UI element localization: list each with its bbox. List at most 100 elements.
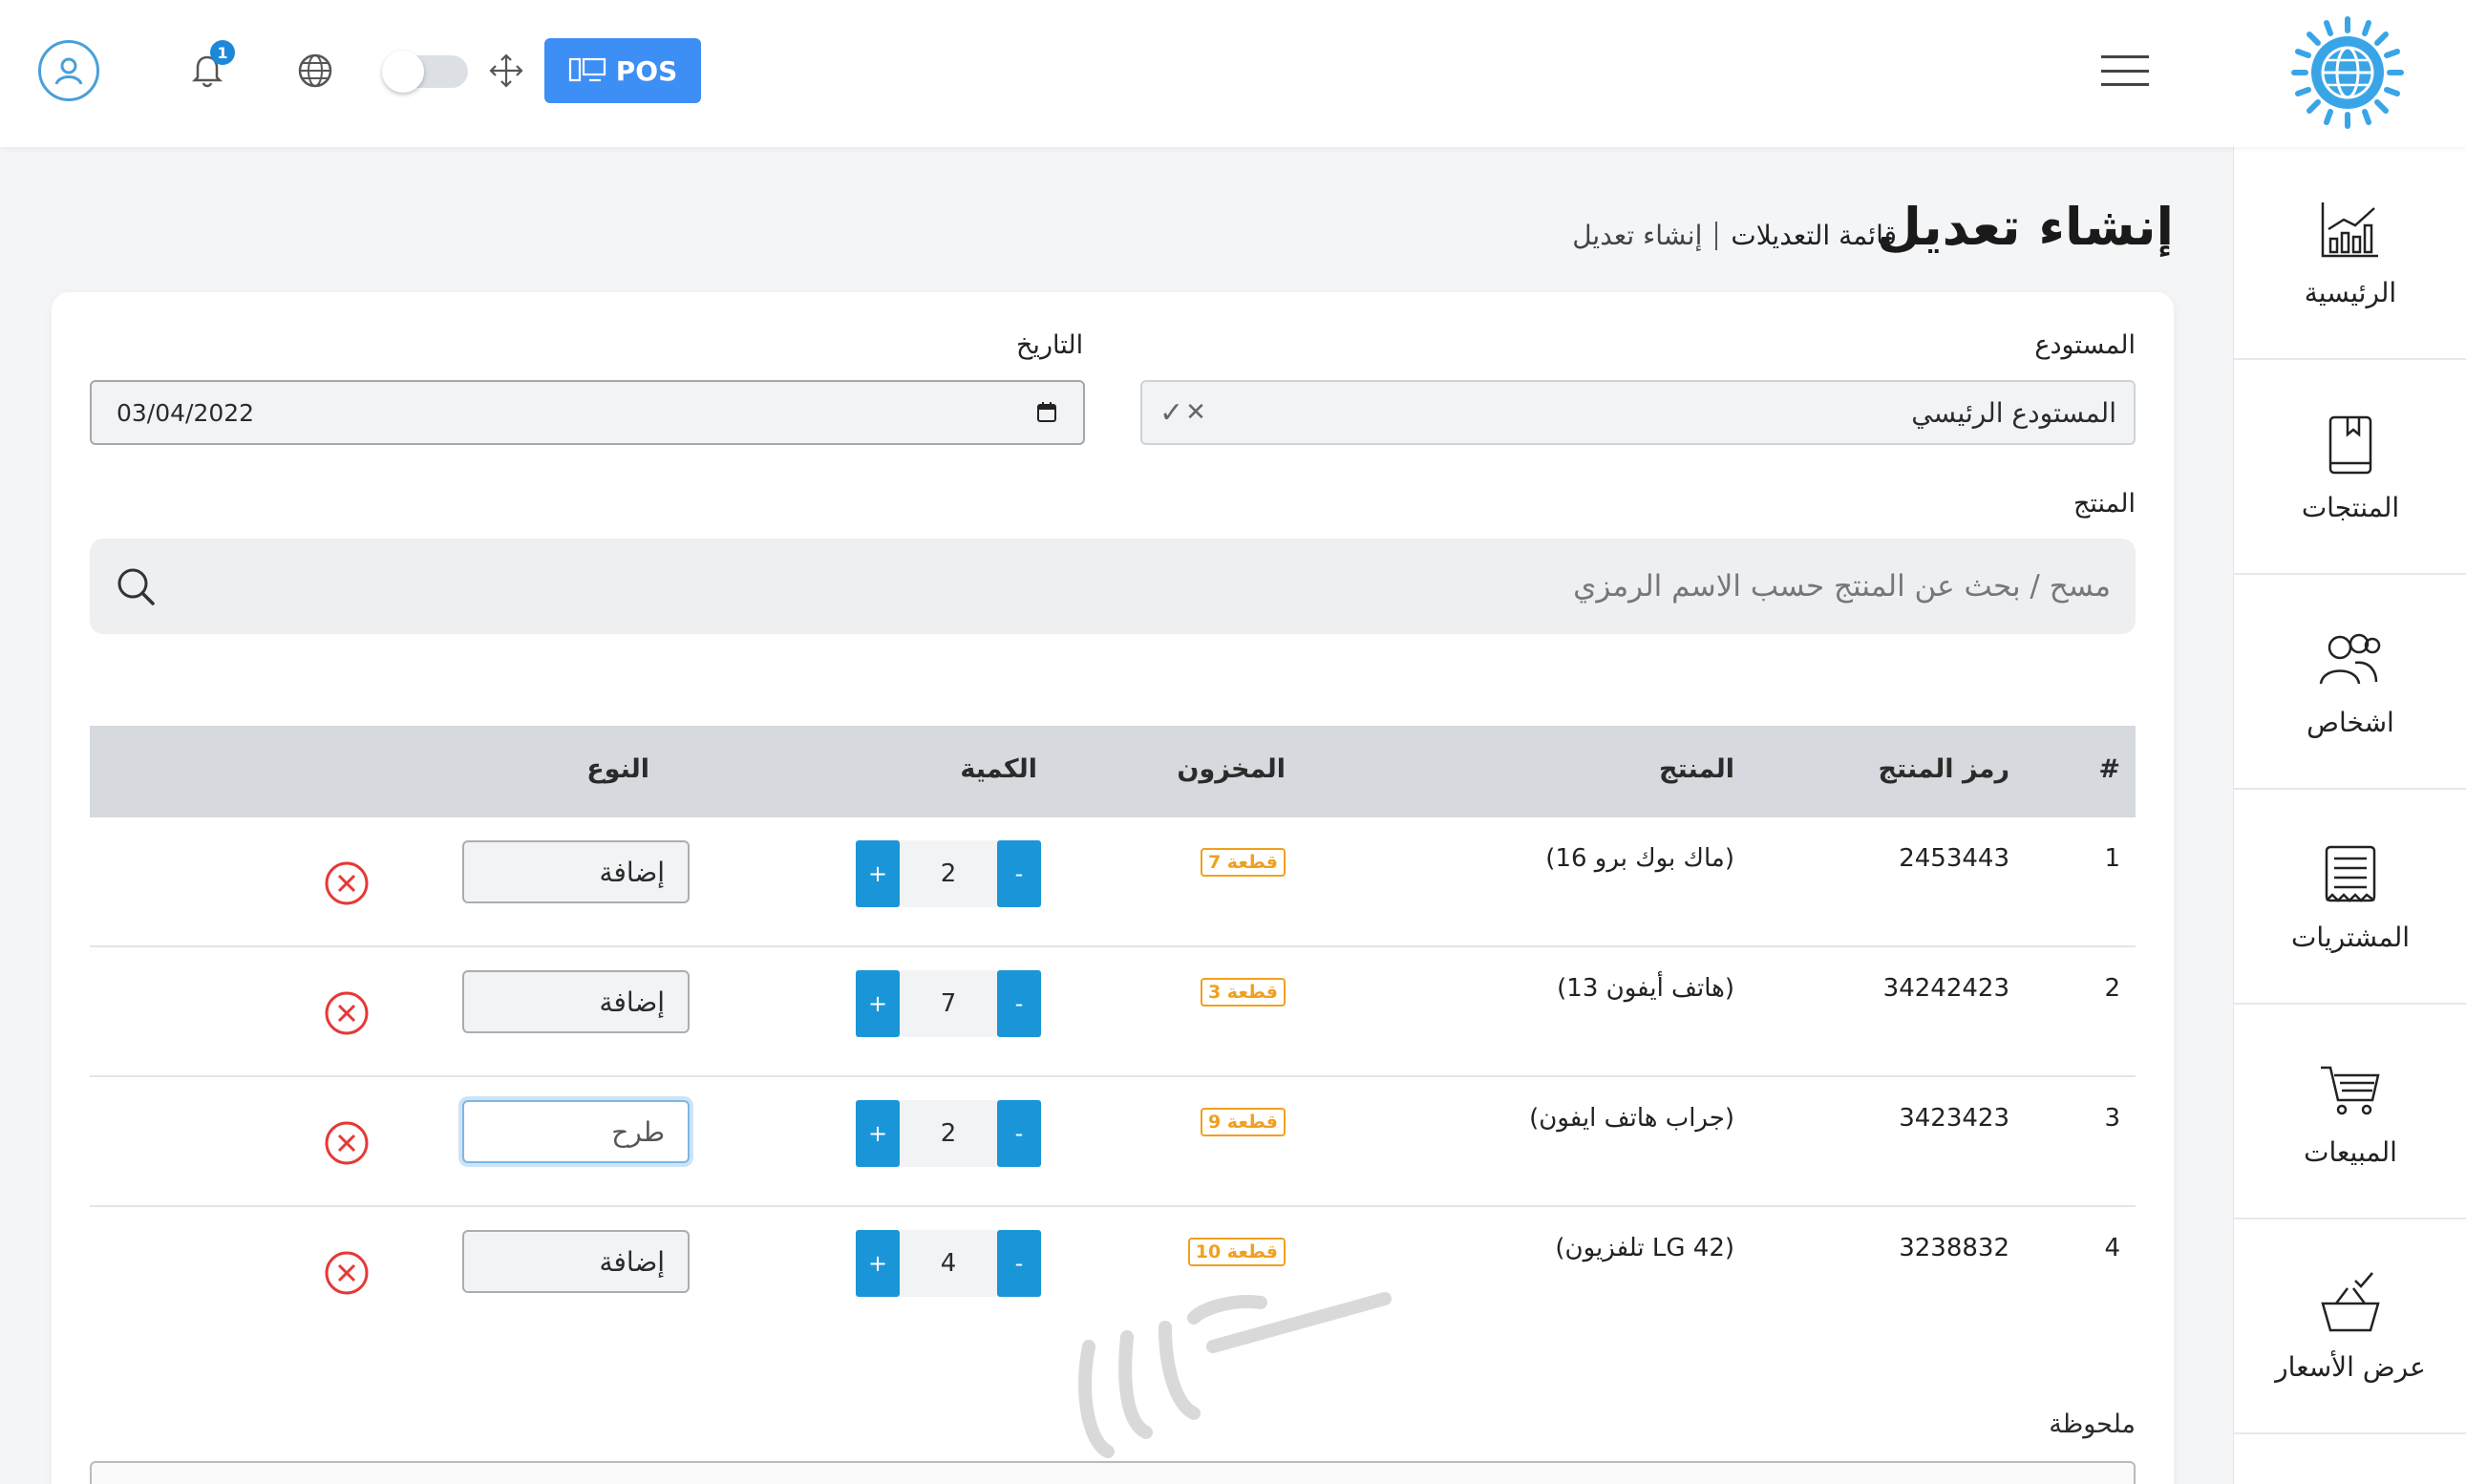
notifications-bell-icon[interactable]: 1 bbox=[181, 40, 235, 95]
decrease-button[interactable]: - bbox=[997, 840, 1041, 907]
stock-badge: 9 قطعة bbox=[1200, 1108, 1286, 1136]
type-select[interactable]: إضافة bbox=[462, 970, 690, 1033]
notification-count-badge: 1 bbox=[210, 40, 235, 65]
remove-row-icon[interactable] bbox=[323, 1119, 371, 1167]
column-product: المنتج bbox=[1659, 754, 1734, 784]
quantity-stepper: + 2 - bbox=[856, 1100, 1041, 1167]
chevron-down-icon[interactable]: ✓ bbox=[1159, 396, 1183, 430]
search-icon[interactable] bbox=[115, 565, 157, 607]
people-icon bbox=[2319, 633, 2381, 685]
quantity-stepper: + 4 - bbox=[856, 1230, 1041, 1297]
row-index: 3 bbox=[2104, 1104, 2120, 1133]
type-select[interactable]: إضافة bbox=[462, 1230, 690, 1293]
column-quantity: الكمية bbox=[960, 754, 1037, 784]
date-value: 03/04/2022 bbox=[117, 398, 255, 427]
row-code: 3238832 bbox=[1899, 1234, 2009, 1262]
top-bar: 1 POS bbox=[0, 0, 2466, 147]
sidebar-item-purchases[interactable]: المشتريات bbox=[2234, 792, 2466, 1005]
type-select[interactable]: إضافة bbox=[462, 840, 690, 903]
sidebar-item-label: المشتريات bbox=[2290, 922, 2411, 953]
sidebar-item-label: المنتجات bbox=[2301, 492, 2400, 523]
warehouse-value: المستودع الرئيسي bbox=[1911, 396, 2116, 429]
cart-icon bbox=[2321, 1066, 2380, 1115]
date-label: التاريخ bbox=[1016, 330, 1084, 360]
page-title: إنشاء تعديل bbox=[1877, 197, 2174, 257]
product-search-input[interactable]: مسح / بحث عن المنتج حسب الاسم الرمزي bbox=[90, 539, 2136, 634]
row-index: 2 bbox=[2104, 974, 2120, 1003]
warehouse-select[interactable]: ✓ ✕ المستودع الرئيسي bbox=[1140, 380, 2136, 445]
quantity-stepper: + 7 - bbox=[856, 970, 1041, 1037]
table-row: 1 2453443 (ماك بوك برو 16) 7 قطعة + 2 - … bbox=[90, 817, 2136, 947]
sidebar-item-quotations[interactable]: عرض الأسعار bbox=[2234, 1221, 2466, 1434]
row-code: 2453443 bbox=[1899, 844, 2009, 873]
product-label: المنتج bbox=[2073, 489, 2136, 519]
column-code: رمز المنتج bbox=[1878, 754, 2009, 784]
stock-badge: 7 قطعة bbox=[1200, 848, 1286, 877]
row-product: (جراب هاتف ايفون) bbox=[1529, 1104, 1734, 1133]
quantity-input[interactable]: 2 bbox=[900, 1100, 997, 1167]
dark-mode-toggle[interactable] bbox=[382, 51, 468, 93]
row-product: (تلفزيون LG 42) bbox=[1555, 1234, 1734, 1262]
menu-hamburger-icon[interactable] bbox=[2099, 50, 2151, 92]
column-index: # bbox=[2098, 754, 2120, 784]
pos-terminal-icon bbox=[568, 57, 606, 82]
increase-button[interactable]: + bbox=[856, 840, 900, 907]
row-product: (هاتف أيفون 13) bbox=[1557, 974, 1734, 1003]
row-product: (ماك بوك برو 16) bbox=[1545, 844, 1734, 873]
watermark-logo-icon bbox=[1078, 1292, 1392, 1458]
sidebar-item-label: المبيعات bbox=[2304, 1136, 2397, 1168]
app-logo-icon bbox=[2290, 15, 2405, 130]
calendar-icon[interactable] bbox=[1035, 401, 1058, 424]
breadcrumb-separator bbox=[1715, 221, 1718, 250]
sidebar: الرئيسية المنتجات اشخاص المشتريات المبيع… bbox=[2233, 147, 2466, 1484]
table-row: 2 34242423 (هاتف أيفون 13) 3 قطعة + 7 - … bbox=[90, 947, 2136, 1077]
quantity-input[interactable]: 4 bbox=[900, 1230, 997, 1297]
book-icon bbox=[2328, 415, 2372, 475]
language-globe-icon[interactable] bbox=[294, 50, 336, 92]
date-input[interactable]: 03/04/2022 bbox=[90, 380, 1085, 445]
increase-button[interactable]: + bbox=[856, 970, 900, 1037]
decrease-button[interactable]: - bbox=[997, 970, 1041, 1037]
breadcrumb-adjustments-link[interactable]: قائمة التعديلات bbox=[1731, 220, 1897, 251]
warehouse-label: المستودع bbox=[2034, 330, 2136, 360]
note-label: ملحوظة bbox=[2049, 1410, 2136, 1439]
fullscreen-arrows-icon[interactable] bbox=[485, 50, 527, 92]
sidebar-item-people[interactable]: اشخاص bbox=[2234, 577, 2466, 790]
row-code: 34242423 bbox=[1882, 974, 2009, 1003]
pos-button-label: POS bbox=[615, 54, 678, 87]
sidebar-item-label: اشخاص bbox=[2307, 707, 2394, 738]
quantity-input[interactable]: 2 bbox=[900, 840, 997, 907]
basket-icon bbox=[2321, 1272, 2380, 1332]
remove-row-icon[interactable] bbox=[323, 989, 371, 1037]
row-index: 4 bbox=[2104, 1234, 2120, 1262]
column-type: النوع bbox=[586, 754, 649, 784]
remove-row-icon[interactable] bbox=[323, 1249, 371, 1297]
sidebar-item-products[interactable]: المنتجات bbox=[2234, 362, 2466, 575]
search-placeholder: مسح / بحث عن المنتج حسب الاسم الرمزي bbox=[1573, 569, 2111, 604]
sidebar-item-dashboard[interactable]: الرئيسية bbox=[2234, 147, 2466, 360]
increase-button[interactable]: + bbox=[856, 1100, 900, 1167]
breadcrumb-current: إنشاء تعديل bbox=[1572, 220, 1703, 251]
toggle-knob bbox=[382, 51, 424, 93]
row-index: 1 bbox=[2104, 844, 2120, 873]
increase-button[interactable]: + bbox=[856, 1230, 900, 1297]
column-stock: المخزون bbox=[1177, 754, 1286, 784]
sidebar-item-label: الرئيسية bbox=[2304, 277, 2397, 308]
stock-badge: 3 قطعة bbox=[1200, 978, 1286, 1007]
decrease-button[interactable]: - bbox=[997, 1230, 1041, 1297]
table-row: 3 3423423 (جراب هاتف ايفون) 9 قطعة + 2 -… bbox=[90, 1077, 2136, 1207]
remove-row-icon[interactable] bbox=[323, 859, 371, 907]
pos-button[interactable]: POS bbox=[544, 38, 701, 103]
stock-badge: 10 قطعة bbox=[1187, 1238, 1286, 1266]
row-code: 3423423 bbox=[1899, 1104, 2009, 1133]
user-avatar-icon[interactable] bbox=[38, 40, 99, 101]
decrease-button[interactable]: - bbox=[997, 1100, 1041, 1167]
quantity-stepper: + 2 - bbox=[856, 840, 1041, 907]
clear-icon[interactable]: ✕ bbox=[1185, 398, 1206, 427]
type-select[interactable]: طرح bbox=[462, 1100, 690, 1163]
sidebar-item-label: عرض الأسعار bbox=[2275, 1351, 2426, 1383]
sidebar-item-sales[interactable]: المبيعات bbox=[2234, 1007, 2466, 1219]
note-textarea[interactable] bbox=[90, 1461, 2136, 1484]
breadcrumb: إنشاء تعديل قائمة التعديلات bbox=[1572, 220, 1897, 251]
quantity-input[interactable]: 7 bbox=[900, 970, 997, 1037]
